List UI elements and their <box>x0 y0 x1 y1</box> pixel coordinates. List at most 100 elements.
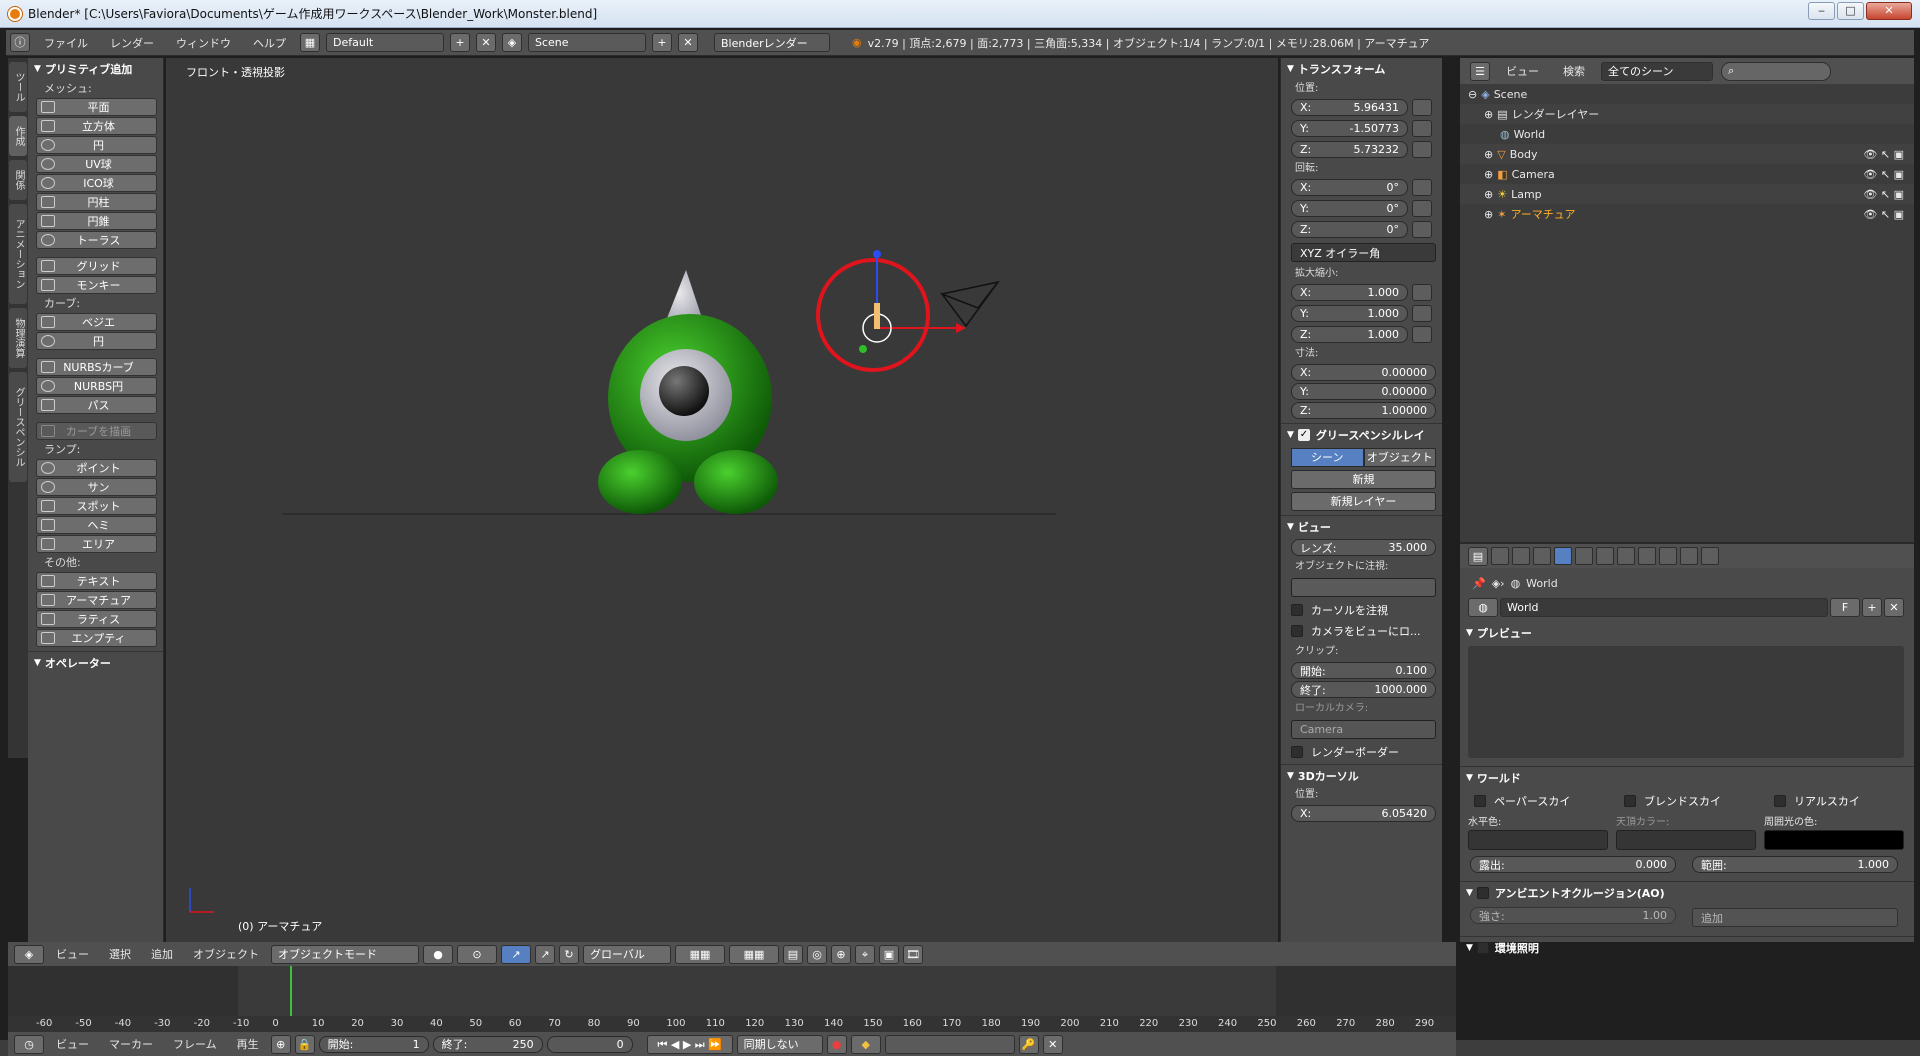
add-bezier-button[interactable]: ベジエ <box>36 313 157 331</box>
scene-select[interactable]: Scene <box>528 33 646 52</box>
tab-bone-icon[interactable] <box>1659 547 1677 565</box>
range-field[interactable]: 範囲: 1.000 <box>1692 856 1898 873</box>
maximize-button[interactable]: □ <box>1837 2 1864 20</box>
add-uvsphere-button[interactable]: UV球 <box>36 155 157 173</box>
grease-object-button[interactable]: オブジェクト <box>1363 448 1436 467</box>
tab-modifiers-icon[interactable] <box>1617 547 1635 565</box>
exposure-field[interactable]: 露出: 0.000 <box>1470 856 1676 873</box>
add-nurbs-circle-button[interactable]: NURBS円 <box>36 377 157 395</box>
outliner-view-menu[interactable]: ビュー <box>1498 63 1547 79</box>
view-panel-header[interactable]: ▼ ビュー <box>1281 515 1442 537</box>
shading-sphere-icon[interactable]: ● <box>423 944 453 964</box>
clip-end-field[interactable]: 終了: 1000.000 <box>1291 681 1436 698</box>
add-plane-button[interactable]: 平面 <box>36 98 157 116</box>
layout-select[interactable]: Default <box>326 33 444 52</box>
rotation-mode-select[interactable]: XYZ オイラー角 <box>1291 243 1436 262</box>
add-circle-button[interactable]: 円 <box>36 136 157 154</box>
add-hemi-lamp-button[interactable]: ヘミ <box>36 516 157 534</box>
render-image-icon[interactable]: ▣ <box>879 944 899 964</box>
checkbox-icon[interactable]: ✓ <box>1297 428 1310 441</box>
playback-controls[interactable]: ⏮ ◀ ▶ ⏭ ⏩ <box>646 1034 733 1054</box>
tl-frame-menu[interactable]: フレーム <box>165 1036 225 1052</box>
rotation-z-field[interactable]: Z: 0° <box>1291 221 1408 238</box>
add-lattice-button[interactable]: ラティス <box>36 610 157 628</box>
tree-item-scene[interactable]: ⊖ ◈ Scene <box>1460 84 1914 104</box>
location-x-field[interactable]: X: 5.96431 <box>1291 99 1408 116</box>
info-editor-type-icon[interactable]: ⓘ <box>10 33 30 52</box>
3d-editor-type-icon[interactable]: ◈ <box>14 944 44 964</box>
ao-panel-header[interactable]: ▼ アンビエントオクルージョン(AO) <box>1460 881 1914 903</box>
pivot-icon[interactable]: ⊙ <box>457 944 497 964</box>
add-empty-button[interactable]: エンプティ <box>36 629 157 647</box>
sync-select[interactable]: 同期しない <box>736 1034 823 1054</box>
timeline-editor-icon[interactable]: ◷ <box>14 1034 44 1054</box>
lock-icon[interactable] <box>1412 141 1432 158</box>
mode-select[interactable]: オブジェクトモード <box>271 944 419 964</box>
operator-panel-header[interactable]: ▼ オペレーター <box>28 651 163 673</box>
world-unlink-icon[interactable]: ✕ <box>1884 598 1904 617</box>
add-cube-button[interactable]: 立方体 <box>36 117 157 135</box>
render-animation-icon[interactable]: 🎞 <box>903 944 923 964</box>
ao-strength-field[interactable]: 強さ: 1.00 <box>1470 907 1676 924</box>
end-frame-field[interactable]: 終了: 250 <box>432 1035 543 1053</box>
lock-icon[interactable] <box>1412 179 1432 196</box>
scale-z-field[interactable]: Z: 1.000 <box>1291 326 1408 343</box>
add-spot-lamp-button[interactable]: スポット <box>36 497 157 515</box>
clip-start-field[interactable]: 開始: 0.100 <box>1291 662 1436 679</box>
ambient-color-swatch[interactable] <box>1764 830 1904 850</box>
checkbox-icon[interactable] <box>1476 886 1489 899</box>
tl-view-menu[interactable]: ビュー <box>48 1036 97 1052</box>
scene-add-icon[interactable]: + <box>652 33 672 52</box>
tab-texture-icon[interactable] <box>1680 547 1698 565</box>
add-torus-button[interactable]: トーラス <box>36 231 157 249</box>
ao-blend-select[interactable]: 追加 <box>1692 908 1898 927</box>
lock-icon[interactable] <box>1412 120 1432 137</box>
tab-relations[interactable]: 関係 <box>9 160 27 200</box>
properties-editor-icon[interactable]: ▤ <box>1468 546 1488 566</box>
lock-object-field[interactable] <box>1291 578 1436 597</box>
visibility-eye-icon[interactable]: 👁 ↖ ▣ <box>1863 208 1904 221</box>
blend-sky-checkbox[interactable]: ブレンドスカイ <box>1624 792 1758 809</box>
outliner-search-input[interactable]: ⌕ <box>1721 61 1831 81</box>
menu-help[interactable]: ヘルプ <box>245 35 294 51</box>
keying-set-icon[interactable]: ◆ <box>850 1034 881 1054</box>
scale-y-field[interactable]: Y: 1.000 <box>1291 305 1408 322</box>
render-engine-select[interactable]: Blenderレンダー <box>714 33 830 52</box>
start-frame-field[interactable]: 開始: 1 <box>318 1035 429 1053</box>
layers-grid-2-icon[interactable]: ▦▦ <box>729 944 779 964</box>
delete-keyframe-icon[interactable]: ✕ <box>1042 1034 1063 1054</box>
add-text-button[interactable]: テキスト <box>36 572 157 590</box>
add-armature-button[interactable]: アーマチュア <box>36 591 157 609</box>
insert-keyframe-icon[interactable]: 🔑 <box>1018 1034 1039 1054</box>
world-panel-header[interactable]: ▼ ワールド <box>1460 766 1914 788</box>
visibility-eye-icon[interactable]: 👁 ↖ ▣ <box>1863 188 1904 201</box>
visibility-eye-icon[interactable]: 👁 ↖ ▣ <box>1863 148 1904 161</box>
scene-icon[interactable]: ◈ <box>502 33 522 52</box>
object-menu[interactable]: オブジェクト <box>185 946 267 962</box>
add-grid-button[interactable]: グリッド <box>36 257 157 275</box>
lens-field[interactable]: レンズ: 35.000 <box>1291 539 1436 556</box>
tree-item-world[interactable]: ◍ World <box>1460 124 1914 144</box>
tab-render-icon[interactable] <box>1491 547 1509 565</box>
zenith-color-swatch[interactable] <box>1616 830 1756 850</box>
tab-tools[interactable]: ツール <box>9 62 27 112</box>
timeline[interactable]: -60 -50 -40 -30 -20 -10 0 10 20 30 40 50 60 70 80 90 100… <box>8 966 1456 1032</box>
lock-cursor-checkbox[interactable]: カーソルを注視 <box>1291 601 1436 618</box>
tree-item-armature[interactable]: ⊕ ✶ アーマチュア 👁 ↖ ▣ <box>1460 204 1914 224</box>
local-camera-field[interactable]: Camera <box>1291 720 1436 739</box>
dimension-x-field[interactable]: X: 0.00000 <box>1291 364 1436 381</box>
tab-render-layers-icon[interactable] <box>1512 547 1530 565</box>
rotate-icon[interactable]: ↻ <box>559 944 579 964</box>
world-browse-icon[interactable]: ◍ <box>1468 598 1498 617</box>
pin-icon[interactable]: 📌 <box>1472 577 1486 590</box>
outliner-display-select[interactable]: 全てのシーン <box>1601 61 1713 81</box>
tab-grease-pencil[interactable]: グリースペンシル <box>9 372 27 482</box>
rotation-y-field[interactable]: Y: 0° <box>1291 200 1408 217</box>
world-name-field[interactable]: World <box>1500 598 1828 617</box>
transform-panel-header[interactable]: ▼ トランスフォーム <box>1281 58 1442 80</box>
grease-new-button[interactable]: 新規 <box>1291 470 1436 489</box>
dimension-z-field[interactable]: Z: 1.00000 <box>1291 402 1436 419</box>
fake-user-button[interactable]: F <box>1830 598 1860 617</box>
add-cylinder-button[interactable]: 円柱 <box>36 193 157 211</box>
world-add-icon[interactable]: + <box>1862 598 1882 617</box>
